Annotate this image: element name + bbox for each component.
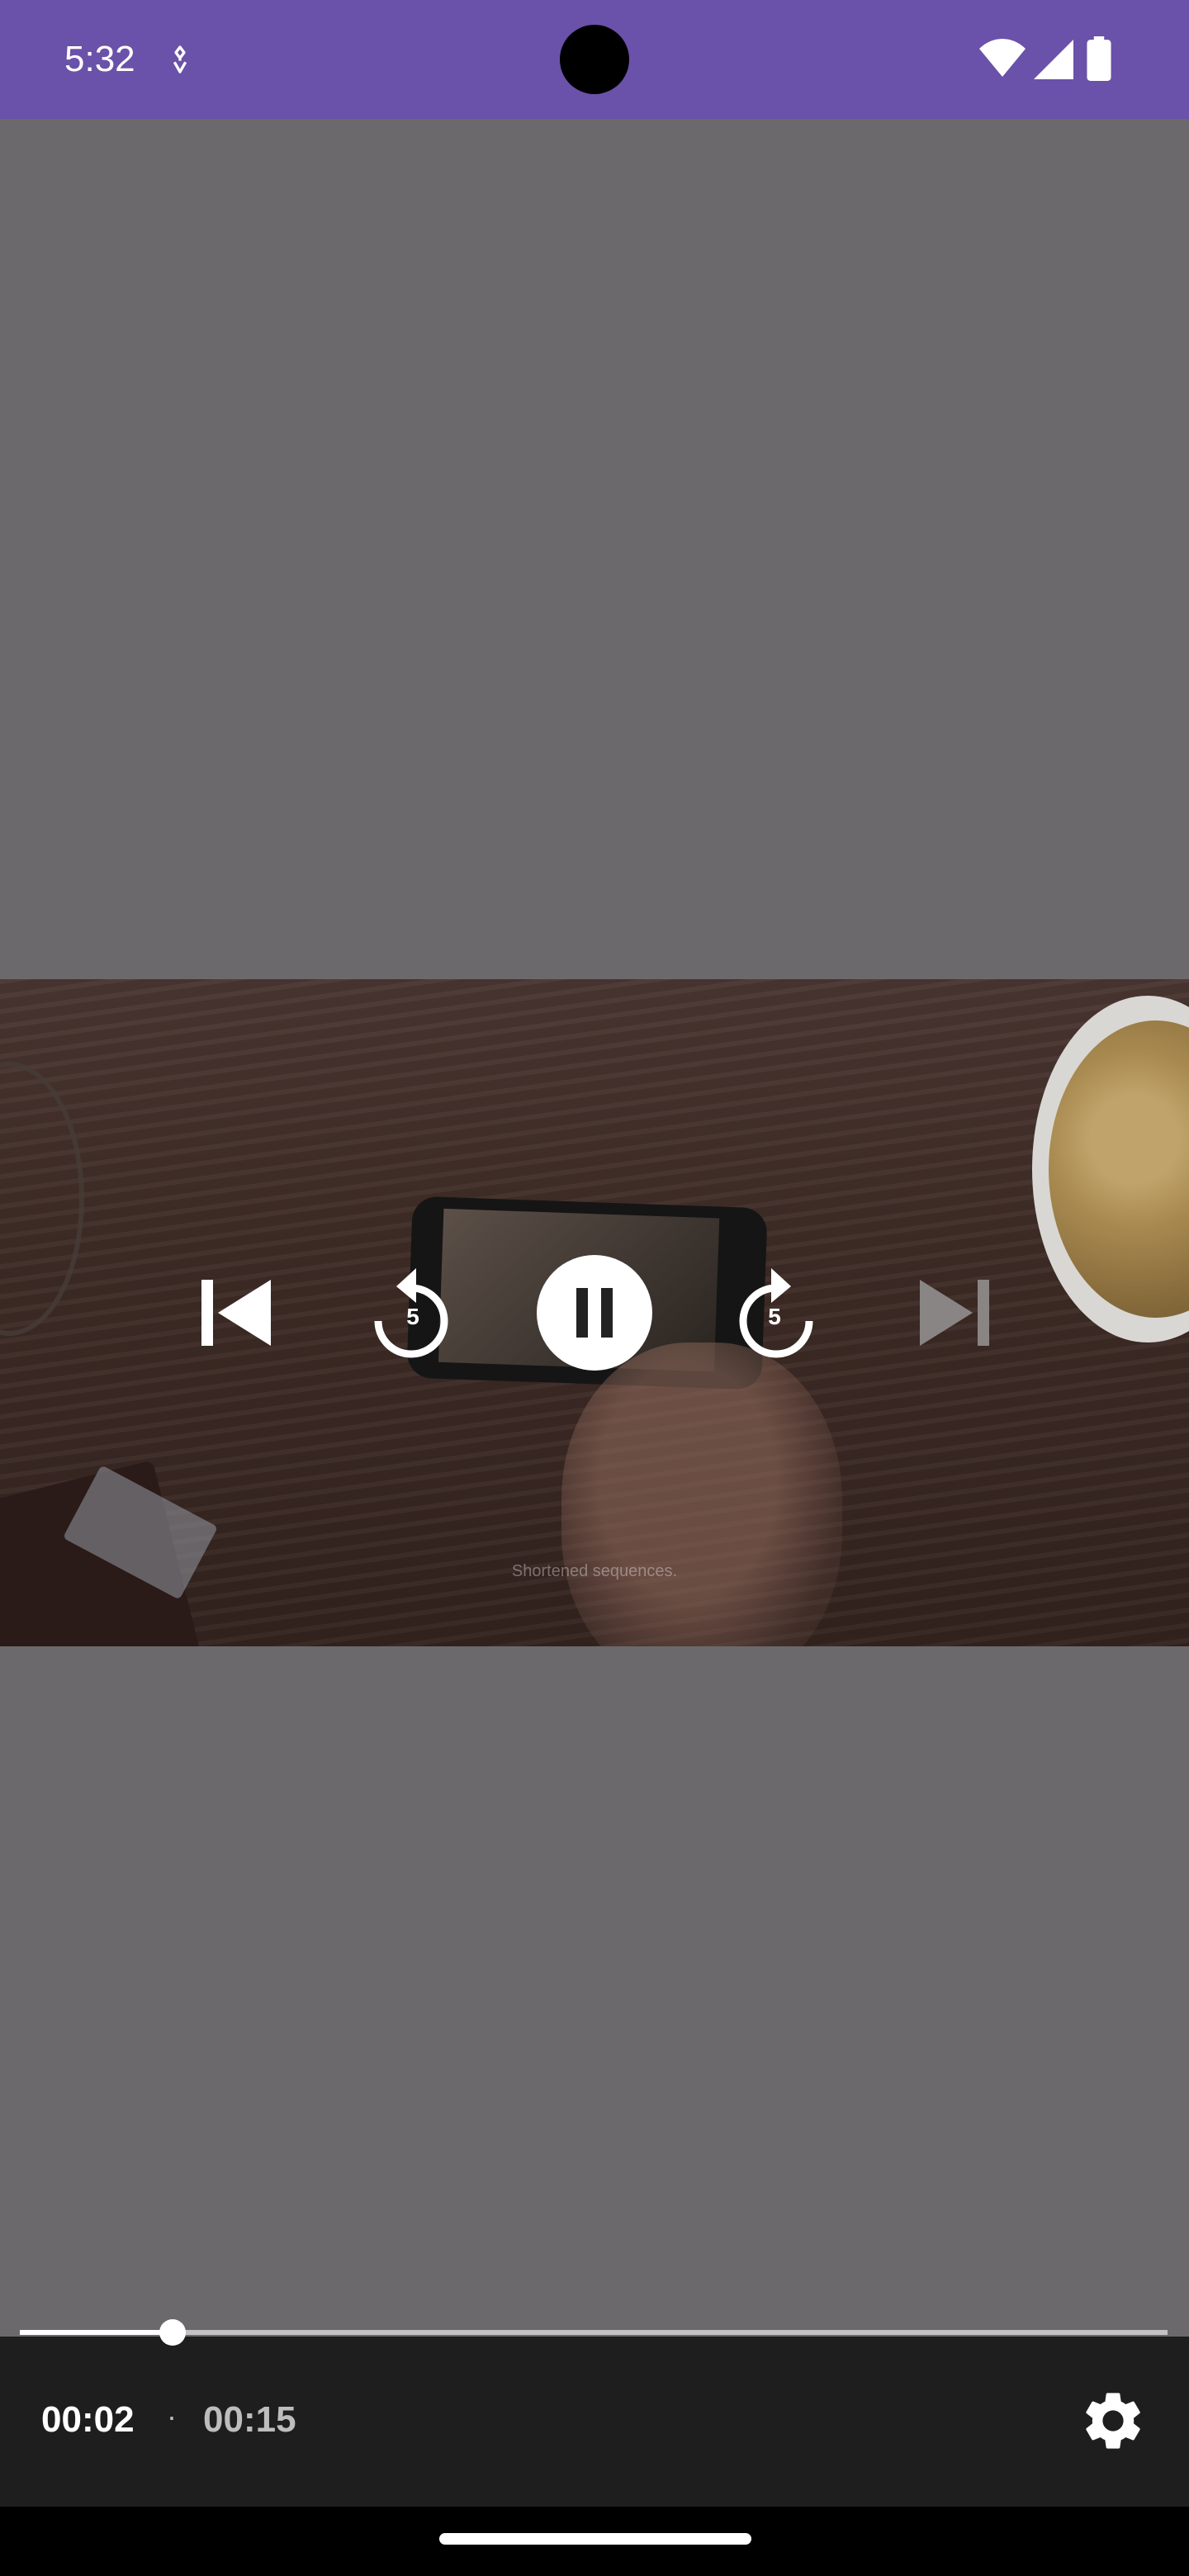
- notification-icon: [173, 45, 187, 73]
- previous-button[interactable]: [178, 1268, 294, 1357]
- status-time: 5:32: [64, 39, 135, 79]
- wifi-icon: [979, 39, 1026, 77]
- current-time: 00:02: [41, 2399, 135, 2440]
- battery-icon: [1087, 36, 1111, 81]
- home-gesture-handle[interactable]: [439, 2533, 751, 2545]
- rewind-5-button[interactable]: 5: [363, 1262, 462, 1364]
- status-bar: 5:32: [0, 0, 1189, 119]
- pause-icon: [576, 1288, 613, 1338]
- video-caption: Shortened sequences.: [511, 1562, 678, 1580]
- seek-bar-progress: [20, 2330, 173, 2335]
- pause-button[interactable]: [537, 1255, 652, 1371]
- video-hand: [561, 1342, 842, 1646]
- total-duration: 00:15: [203, 2399, 296, 2440]
- settings-button[interactable]: [1078, 2386, 1148, 2455]
- gear-icon: [1086, 2393, 1140, 2449]
- camera-cutout: [560, 25, 629, 94]
- bottom-control-bar: [0, 2337, 1189, 2507]
- video-player-screen: 5:32 Shortened sequences. 5 5 00:02 · 00…: [0, 0, 1189, 2576]
- next-button[interactable]: [897, 1268, 1012, 1357]
- signal-icon: [1034, 40, 1073, 79]
- forward-seconds: 5: [768, 1303, 781, 1329]
- seek-thumb[interactable]: [159, 2319, 186, 2346]
- skip-previous-icon: [201, 1280, 271, 1346]
- time-separator: ·: [167, 2399, 177, 2433]
- forward-5-button[interactable]: 5: [725, 1262, 824, 1364]
- seek-bar[interactable]: [20, 2330, 1168, 2335]
- rewind-seconds: 5: [406, 1303, 419, 1329]
- skip-next-icon: [920, 1280, 989, 1346]
